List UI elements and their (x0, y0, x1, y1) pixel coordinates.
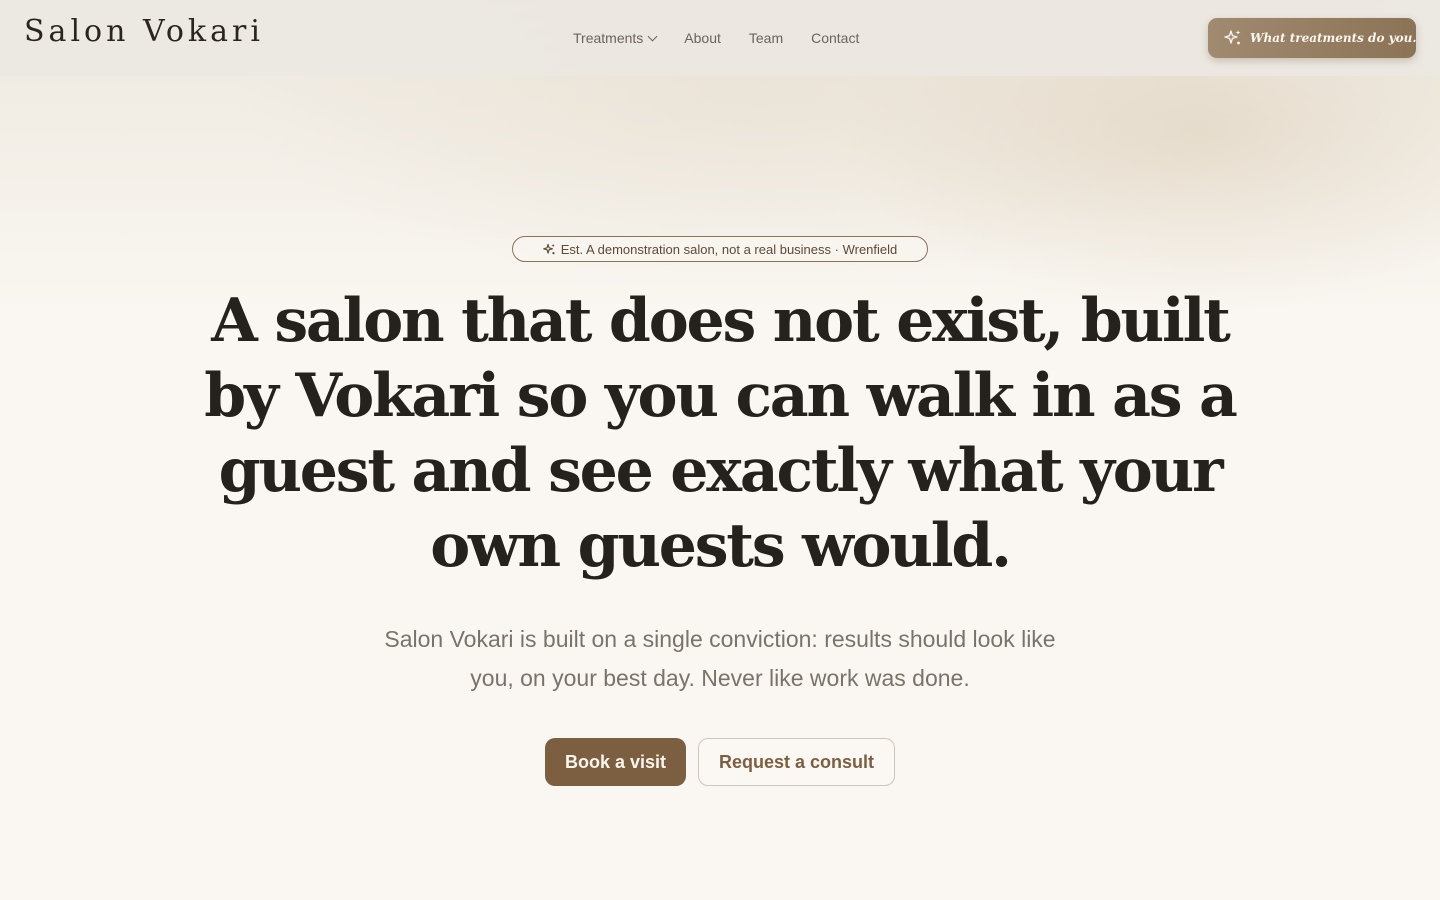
nav-item-label: About (684, 30, 721, 46)
sparkle-icon (1224, 30, 1241, 45)
site-header: Salon Vokari Treatments About Team Conta… (0, 0, 1440, 76)
nav-item-about[interactable]: About (684, 30, 721, 46)
brand-logo[interactable]: Salon Vokari (24, 14, 264, 49)
nav-item-label: Treatments (573, 30, 644, 46)
nav-item-label: Team (748, 30, 784, 46)
main-nav: Treatments About Team Contact (573, 0, 859, 76)
hero-badge-text: Est. A demonstration salon, not a real b… (560, 241, 898, 257)
nav-item-team[interactable]: Team (749, 30, 783, 46)
hero-lead: Salon Vokari is built on a single convic… (384, 626, 1056, 691)
hero-badge: Est. A demonstration salon, not a real b… (512, 236, 928, 262)
chevron-down-icon (647, 31, 658, 41)
nav-item-treatments[interactable]: Treatments (573, 30, 658, 46)
book-visit-button[interactable]: Book a visit (545, 738, 686, 786)
ask-assistant-label: What treatments do you... (1250, 31, 1416, 45)
sparkle-icon (542, 243, 555, 254)
hero-headline: A salon that does not exist, built by Vo… (204, 286, 1238, 581)
request-consult-button[interactable]: Request a consult (698, 738, 895, 786)
nav-item-label: Contact (811, 30, 860, 46)
ask-assistant-button[interactable]: What treatments do you... (1208, 18, 1416, 58)
nav-item-contact[interactable]: Contact (811, 30, 859, 46)
